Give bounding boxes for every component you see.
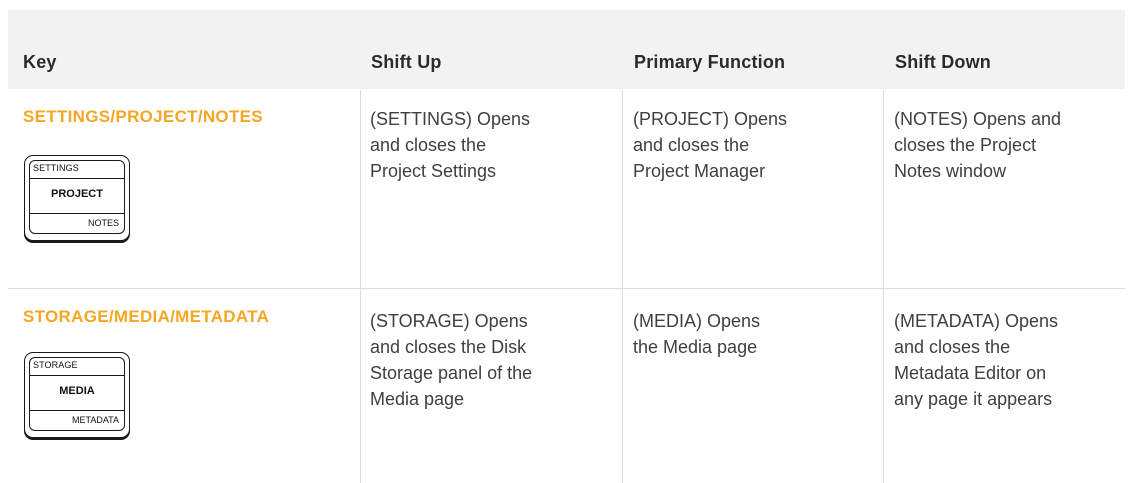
keycap-bottom-label: METADATA (72, 415, 119, 425)
header-primary-function: Primary Function (634, 52, 786, 72)
cell-line: closes the Project (894, 135, 1037, 155)
cell-line: (SETTINGS) Opens (370, 109, 531, 129)
cell-line: Media page (370, 389, 465, 409)
key-label: STORAGE/MEDIA/METADATA (23, 307, 270, 326)
cell-line: and closes the (370, 135, 487, 155)
storage-media-metadata-keycap: STORAGE MEDIA METADATA (24, 352, 130, 438)
shift-down-cell: (NOTES) Opens and closes the Project Not… (894, 106, 1119, 184)
cell-line: (PROJECT) Opens (633, 109, 788, 129)
cell-line: and closes the (633, 135, 750, 155)
shift-down-cell: (METADATA) Opens and closes the Metadata… (894, 308, 1122, 412)
keycap-bottom-label: NOTES (87, 218, 119, 228)
primary-function-cell: (MEDIA) Opens the Media page (633, 308, 873, 360)
cell-line: the Media page (633, 337, 758, 357)
shift-up-cell: (SETTINGS) Opens and closes the Project … (370, 106, 610, 184)
cell-line: and closes the Disk (370, 337, 527, 357)
header-shift-down: Shift Down (895, 52, 991, 72)
header-shift-up: Shift Up (371, 52, 442, 72)
cell-line: any page it appears (894, 389, 1053, 409)
cell-line: Project Settings (370, 161, 497, 181)
settings-project-notes-keycap: SETTINGS PROJECT NOTES (24, 155, 130, 241)
keycap-divider (30, 213, 124, 214)
keycap-divider (30, 410, 124, 411)
keycap-middle-label: MEDIA (59, 385, 95, 397)
keycap-middle-label: PROJECT (51, 188, 103, 200)
column-divider (360, 90, 361, 483)
cell-line: (MEDIA) Opens (633, 311, 761, 331)
shortcut-table: Key Shift Up Primary Function Shift Down… (8, 10, 1125, 483)
cell-line: and closes the (894, 337, 1011, 357)
cell-line: (NOTES) Opens and (894, 109, 1062, 129)
column-divider (622, 90, 623, 483)
cell-line: (METADATA) Opens (894, 311, 1059, 331)
row-divider (8, 288, 1125, 289)
cell-line: Storage panel of the (370, 363, 533, 383)
keycap-divider (30, 375, 124, 376)
keycap-top-label: STORAGE (33, 360, 78, 370)
cell-line: Metadata Editor on (894, 363, 1047, 383)
header-key: Key (23, 52, 57, 72)
keycap-divider (30, 178, 124, 179)
key-label: SETTINGS/PROJECT/NOTES (23, 107, 263, 126)
column-divider (883, 90, 884, 483)
primary-function-cell: (PROJECT) Opens and closes the Project M… (633, 106, 873, 184)
cell-line: Notes window (894, 161, 1007, 181)
cell-line: Project Manager (633, 161, 766, 181)
keycap-top-label: SETTINGS (33, 163, 79, 173)
cell-line: (STORAGE) Opens (370, 311, 528, 331)
table-header: Key Shift Up Primary Function Shift Down (8, 10, 1125, 89)
shift-up-cell: (STORAGE) Opens and closes the Disk Stor… (370, 308, 615, 412)
